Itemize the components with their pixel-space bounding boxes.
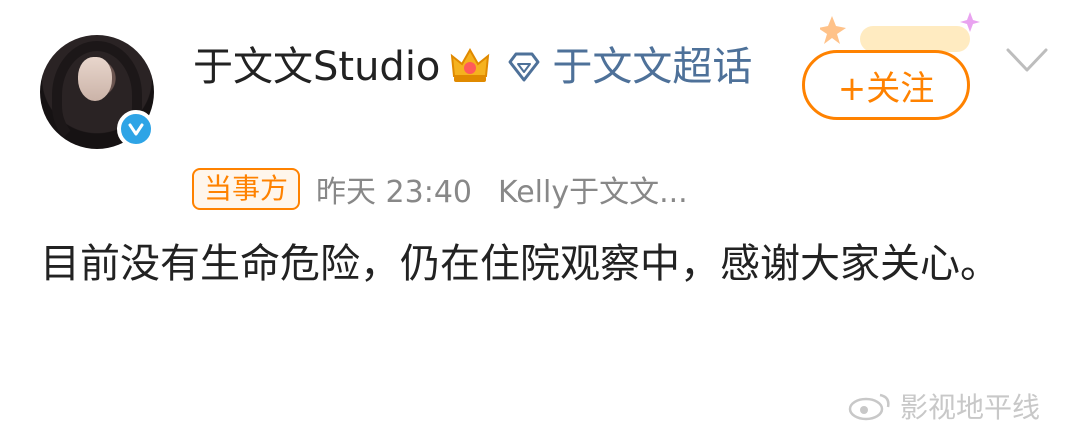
weibo-logo-icon <box>848 393 890 421</box>
chevron-down-icon[interactable] <box>1004 44 1050 76</box>
post-meta: 当事方 昨天 23:40 Kelly于文文... <box>192 166 688 212</box>
watermark: 影视地平线 <box>846 386 1040 426</box>
post-source[interactable]: Kelly于文文... <box>498 167 688 211</box>
post-content: 目前没有生命危险，仍在住院观察中，感谢大家关心。 <box>40 241 1000 287</box>
author-username[interactable]: 于文文Studio <box>193 44 440 90</box>
author-name-row: 于文文Studio 于文文超话 <box>193 38 773 96</box>
topic-link[interactable]: 于文文超话 <box>552 44 752 90</box>
diamond-icon[interactable] <box>504 50 544 84</box>
post-time: 昨天 23:40 <box>316 175 473 210</box>
verified-icon <box>117 110 155 148</box>
watermark-text: 影视地平线 <box>900 391 1041 424</box>
crown-icon[interactable] <box>448 46 492 86</box>
follow-button[interactable]: +关注 <box>802 50 970 120</box>
party-badge: 当事方 <box>192 168 301 210</box>
avatar-face <box>78 57 112 101</box>
